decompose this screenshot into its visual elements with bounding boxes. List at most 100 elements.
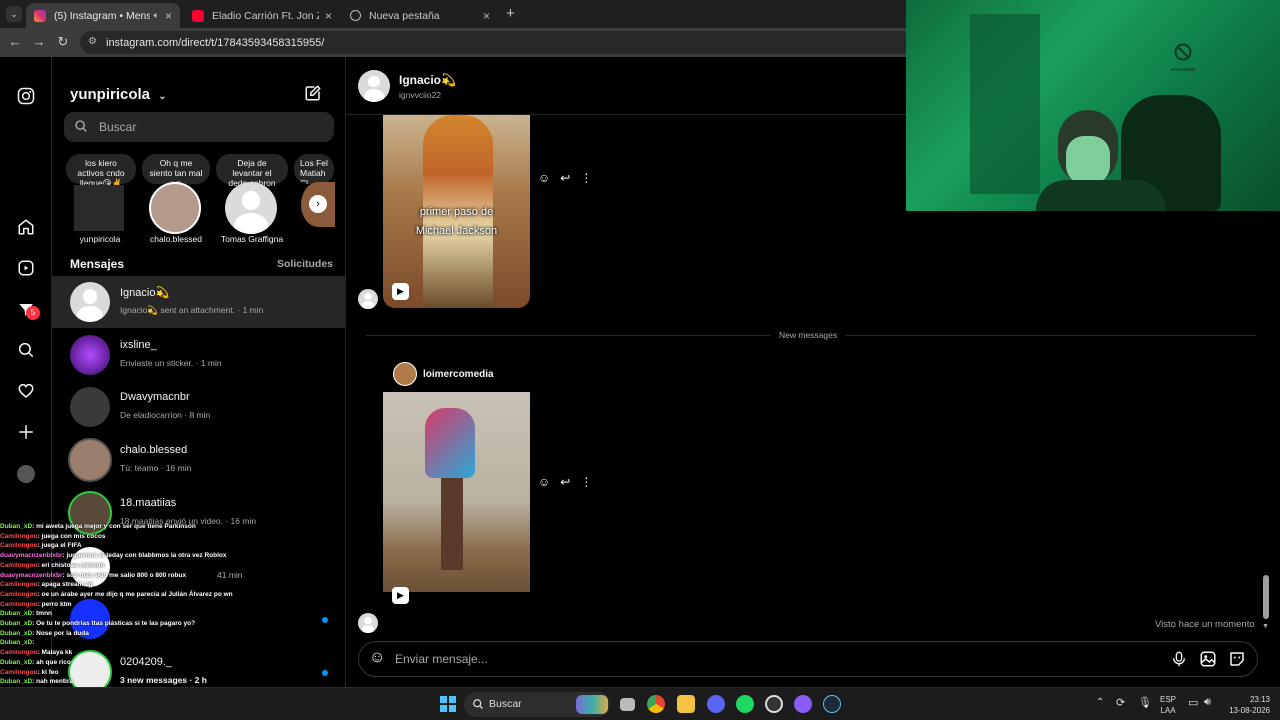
tab-new-tab[interactable]: Nueva pestaña × (342, 3, 498, 28)
account-switcher[interactable]: yunpiricola ⌄ (70, 86, 167, 103)
chat-message: : juega con mis cocos (37, 532, 106, 540)
close-tab-icon[interactable]: × (165, 9, 172, 23)
more-options-icon[interactable]: ⋮ (580, 171, 592, 185)
chrome-icon[interactable] (647, 695, 665, 713)
chat-message: : kl feo (37, 668, 59, 676)
note-bubble[interactable]: Oh q me siento tan mal wn (142, 154, 210, 188)
reel-author[interactable]: loimercomedia (423, 369, 494, 380)
note-bubble[interactable]: Deja de levantar el dedo cabron (216, 154, 288, 188)
reply-icon[interactable]: ↩ (560, 171, 570, 185)
contact-handle: ignvvciio22 (399, 90, 442, 100)
note-bubble[interactable]: Los Fel Matiah Cl (294, 154, 334, 184)
address-bar[interactable]: ⚙︎ instagram.com/direct/t/17843593458315… (80, 31, 920, 54)
messenger-icon[interactable]: 5 (14, 298, 40, 322)
scroll-down-arrow[interactable]: ▼ (1262, 623, 1269, 630)
conversation-row[interactable]: ixsline_ Enviaste un sticker. · 1 min (52, 329, 346, 381)
stream-chat-line: Duban_xD: tmnn (0, 609, 360, 619)
image-icon[interactable] (1199, 650, 1217, 673)
note-avatar[interactable] (225, 182, 277, 234)
video-message[interactable]: primer paso de Michael Jackson ▶ (383, 115, 530, 308)
create-plus-icon[interactable] (14, 420, 38, 444)
note-avatar[interactable] (149, 182, 201, 234)
conversation-row[interactable]: Dwavymacnbr De eladiocarrion · 8 min (52, 381, 346, 433)
message-composer[interactable]: ☺ Enviar mensaje... (358, 641, 1258, 677)
close-tab-icon[interactable]: × (483, 9, 490, 23)
message-actions: ☺ ↩ ⋮ (538, 475, 592, 489)
instagram-logo-icon[interactable] (14, 84, 38, 108)
requests-link[interactable]: Solicitudes (277, 258, 333, 270)
conversation-avatar (68, 438, 112, 482)
chat-username: Duban_xD (0, 610, 33, 618)
note-username: chalo.blessed (150, 234, 202, 244)
sticker-icon[interactable] (1228, 650, 1246, 673)
reply-icon[interactable]: ↩ (560, 475, 570, 489)
react-emoji-icon[interactable]: ☺ (538, 171, 550, 185)
react-emoji-icon[interactable]: ☺ (538, 475, 550, 489)
emoji-icon[interactable]: ☺ (369, 649, 385, 667)
app-icon[interactable] (794, 695, 812, 713)
taskbar-search[interactable]: Buscar (464, 692, 610, 717)
conversation-preview: Enviaste un sticker. · 1 min (120, 358, 222, 368)
search-icon[interactable] (14, 338, 38, 362)
task-view-icon[interactable] (620, 698, 635, 711)
chat-username: Camilongoo (0, 542, 38, 550)
conversation-name: chalo.blessed (120, 444, 188, 456)
chat-message: : juguemos el teday con blabbmos la otra… (62, 552, 227, 560)
note-bubble[interactable]: los kiero activos cndo llegue😘✌️ (66, 154, 136, 188)
lang-top: ESP (1160, 695, 1177, 704)
notes-next-button[interactable]: › (309, 195, 327, 213)
home-icon[interactable] (14, 215, 38, 239)
chat-message: : mi aweta juega mejor y con ser que tie… (32, 523, 196, 530)
file-explorer-icon[interactable] (677, 695, 695, 713)
messages-heading: Mensajes (70, 257, 125, 271)
streamer-face (1066, 136, 1110, 184)
tray-mic-icon[interactable]: 🎙︎ (1138, 696, 1152, 709)
chat-username: Camilongoo (0, 581, 38, 589)
note-text: los kiero activos cndo llegue😘✌️ (77, 158, 125, 188)
new-message-icon[interactable] (304, 84, 322, 107)
tray-network-icon[interactable]: ▭ (1188, 696, 1198, 709)
close-tab-icon[interactable]: × (325, 9, 332, 23)
tab-instagram[interactable]: (5) Instagram • Mensajes 🔈︎ × (26, 3, 180, 28)
clock[interactable]: 23:13 13-08-2026 (1226, 694, 1270, 716)
stream-chat-line: Duban_xD: ah que rico (0, 658, 360, 668)
back-arrow-icon[interactable]: ← (6, 34, 24, 49)
tab-youtube[interactable]: Eladio Carrión Ft. Jon Z, Noriel × (184, 3, 340, 28)
url-text: instagram.com/direct/t/17843593458315955… (106, 36, 325, 49)
microphone-icon[interactable] (1171, 650, 1187, 673)
scroll-thumb[interactable] (1263, 575, 1269, 619)
tray-volume-icon[interactable]: 🔊︎ (1204, 696, 1211, 709)
steam-icon[interactable] (823, 695, 841, 713)
play-icon: ▶ (392, 587, 409, 604)
tray-chevron-icon[interactable]: ⌃ (1096, 697, 1104, 708)
language-indicator[interactable]: ESP LAA (1160, 694, 1176, 716)
site-info-icon[interactable]: ⚙︎ (88, 36, 97, 47)
reel-figure (425, 408, 475, 478)
tab-title: (5) Instagram • Mensajes (54, 9, 150, 22)
obs-icon[interactable] (765, 695, 783, 713)
speaker-icon: 🔈︎ (153, 10, 159, 20)
search-box[interactable]: Buscar (64, 112, 334, 142)
forward-arrow-icon[interactable]: → (30, 34, 48, 49)
tray-sync-icon[interactable]: ⟳ (1116, 696, 1125, 709)
note-avatar[interactable] (74, 185, 124, 231)
search-highlight-icon (576, 695, 608, 714)
reload-icon[interactable]: ↻ (54, 34, 72, 50)
new-tab-plus-icon[interactable]: + (506, 5, 515, 22)
heart-icon[interactable] (14, 379, 38, 403)
conversation-row[interactable]: chalo.blessed Tú: teamo · 16 min (52, 434, 346, 486)
contact-name[interactable]: Ignacio💫 (399, 73, 456, 87)
spotify-icon[interactable] (736, 695, 754, 713)
discord-icon[interactable] (707, 695, 725, 713)
tab-list-button[interactable]: ⌄ (6, 6, 22, 22)
chevron-down-icon: ⌄ (158, 91, 167, 102)
chat-username: Camilongoo (0, 532, 38, 540)
contact-avatar[interactable] (358, 70, 390, 102)
more-options-icon[interactable]: ⋮ (580, 475, 592, 489)
conversation-row[interactable]: Ignacio💫 Ignacio💫 sent an attachment. · … (52, 276, 346, 328)
instagram-favicon-icon (34, 9, 46, 22)
reel-message[interactable]: loimercomedia ▶ (383, 354, 530, 613)
reels-icon[interactable] (14, 256, 38, 280)
profile-avatar[interactable] (17, 465, 35, 483)
start-windows-icon[interactable] (440, 696, 456, 712)
